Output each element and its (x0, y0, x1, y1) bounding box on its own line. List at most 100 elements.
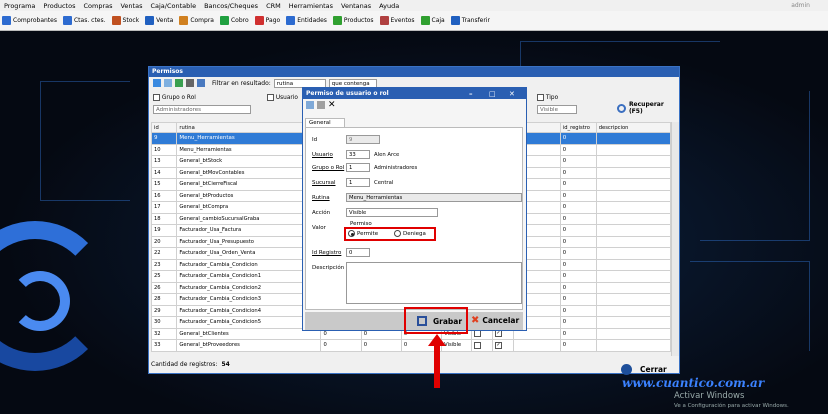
menu-item[interactable]: Compras (83, 2, 112, 10)
column-header[interactable]: id_registro (559, 122, 597, 133)
menu-item[interactable]: Ventanas (341, 2, 371, 10)
recuperar-label: Recuperar (F5) (628, 101, 664, 115)
table-cell-id: 17 (150, 201, 178, 214)
table-cell-reg: 0 (559, 281, 597, 294)
table-cell-reg: 0 (559, 339, 597, 352)
toolbar-button[interactable]: Caja (420, 16, 445, 25)
column-header[interactable]: rutina (176, 122, 322, 133)
print-icon[interactable] (186, 79, 194, 87)
menu-item[interactable]: Ayuda (379, 2, 399, 10)
table-cell-rutina: Facturador_Usa_Presupuesto (176, 235, 322, 248)
menu-bar: Programa Productos Compras Ventas Caja/Conta… (0, 0, 828, 11)
toolbar-button[interactable]: Entidades (286, 16, 327, 25)
circuit-line (700, 91, 810, 241)
entities-icon (286, 16, 296, 25)
id-registro-field[interactable]: 0 (346, 248, 370, 257)
menu-item[interactable]: Ventas (120, 2, 142, 10)
toolbar-button[interactable]: Compra (179, 16, 214, 25)
row-checkbox[interactable]: ✓ (494, 341, 502, 349)
row-checkbox[interactable] (473, 341, 481, 349)
toolbar-button[interactable]: Productos (332, 16, 374, 25)
edit-icon[interactable] (164, 79, 172, 87)
accion-label: Acción (312, 210, 331, 216)
maximize-icon[interactable]: □ (489, 89, 496, 100)
table-cell-xto (513, 339, 561, 352)
dollar-out-icon (254, 16, 264, 25)
toolbar-button[interactable]: Comprobantes (2, 16, 57, 25)
table-row[interactable]: 33 General_btProveedores 0 0 0 Visible ✓ 0 (150, 339, 672, 352)
table-cell-reg: 0 (559, 189, 597, 202)
row-checkbox[interactable]: ✓ (494, 330, 502, 338)
usuario-id-field[interactable]: 33 (346, 150, 370, 159)
sucursal-id-field[interactable]: 1 (346, 178, 370, 187)
brand-url: www.cuantico.com.ar (622, 376, 765, 390)
toolbar-button[interactable]: Stock (111, 16, 139, 25)
toolbar-button[interactable]: Cobro (219, 16, 249, 25)
grupo-select[interactable]: Administradores (153, 105, 251, 114)
table-cell-id: 18 (150, 212, 178, 225)
toolbar-button[interactable]: Pago (254, 16, 280, 25)
toolbar-button-label: Entidades (297, 17, 327, 24)
toolbar-button[interactable]: Transferir (450, 16, 490, 25)
descripcion-field[interactable] (346, 262, 522, 304)
table-cell-reg: 0 (559, 201, 597, 214)
toolbar-button[interactable]: Eventos (379, 16, 415, 25)
highlight-box-grabar (404, 307, 468, 334)
tipo-checkbox[interactable] (537, 94, 544, 101)
menu-item[interactable]: Productos (43, 2, 75, 10)
menu-item[interactable]: Bancos/Cheques (204, 2, 258, 10)
new-icon[interactable] (153, 79, 161, 87)
toolbar-button[interactable]: Venta (145, 16, 173, 25)
tipo-select[interactable]: Visible (537, 105, 577, 114)
table-cell-reg: 0 (559, 178, 597, 191)
menu-item[interactable]: Programa (4, 2, 35, 10)
table-cell-id: 23 (150, 258, 178, 271)
table-cell-desc (595, 293, 672, 306)
circuit-line (40, 81, 130, 201)
document-icon (2, 16, 11, 25)
close-icon[interactable]: ✕ (509, 89, 515, 100)
menu-item[interactable]: Caja/Contable (150, 2, 196, 10)
main-toolbar: Comprobantes Ctas. ctes. Stock Venta Compra C… (0, 11, 828, 31)
grupo-id-field[interactable]: 1 (346, 163, 370, 172)
table-cell-rutina: General_btProveedores (176, 339, 322, 352)
minimize-icon[interactable]: – (469, 89, 473, 100)
grupo-name: Administradores (374, 165, 418, 171)
cerrar-button[interactable]: Cerrar (621, 364, 667, 375)
table-cell-rutina: Facturador_Cambia_Condicion2 (176, 281, 322, 294)
column-header[interactable]: id (150, 122, 178, 133)
table-cell-desc (595, 258, 672, 271)
cerrar-label: Cerrar (640, 365, 667, 374)
grupo-checkbox[interactable] (153, 94, 160, 101)
table-cell-id: 13 (150, 155, 178, 168)
table-cell-desc (595, 235, 672, 248)
menu-item[interactable]: CRM (266, 2, 281, 10)
table-cell-reg: 0 (559, 132, 597, 145)
cancelar-button[interactable]: ✖ Cancelar (471, 316, 519, 326)
column-header[interactable]: descripcion (595, 122, 672, 133)
accion-select[interactable]: Visible (346, 208, 438, 217)
toolbar-button-label: Comprobantes (13, 17, 57, 24)
table-cell-rutina: Facturador_Cambia_Condicion4 (176, 304, 322, 317)
rutina-field: Menu_Herramientas (346, 193, 522, 202)
save-small-icon[interactable] (317, 100, 325, 109)
delete-x-icon[interactable]: ✕ (328, 100, 336, 109)
table-cell-rutina: Facturador_Cambia_Condicion1 (176, 270, 322, 283)
table-cell-id: 33 (150, 339, 178, 352)
id-field: 9 (346, 135, 380, 144)
table-cell-id: 9 (150, 132, 178, 145)
table-cell-rutina: General_cambioSucursalGraba (176, 212, 322, 225)
row-checkbox[interactable] (473, 330, 481, 338)
table-cell-rutina: General_btCierreFiscal (176, 178, 322, 191)
red-arrow-icon (428, 334, 446, 388)
toolbar-button[interactable]: Ctas. ctes. (62, 16, 106, 25)
excel-icon[interactable] (175, 79, 183, 87)
copy-icon[interactable] (197, 79, 205, 87)
menu-item[interactable]: Herramientas (289, 2, 333, 10)
recuperar-button[interactable]: Recuperar (F5) (617, 101, 679, 115)
doc-icon[interactable] (306, 100, 314, 109)
table-scrollbar[interactable] (671, 122, 679, 356)
activation-watermark-subtitle: Ve a Configuración para activar Windows. (674, 403, 789, 409)
dollar-in-icon (219, 16, 229, 25)
usuario-checkbox[interactable] (267, 94, 274, 101)
